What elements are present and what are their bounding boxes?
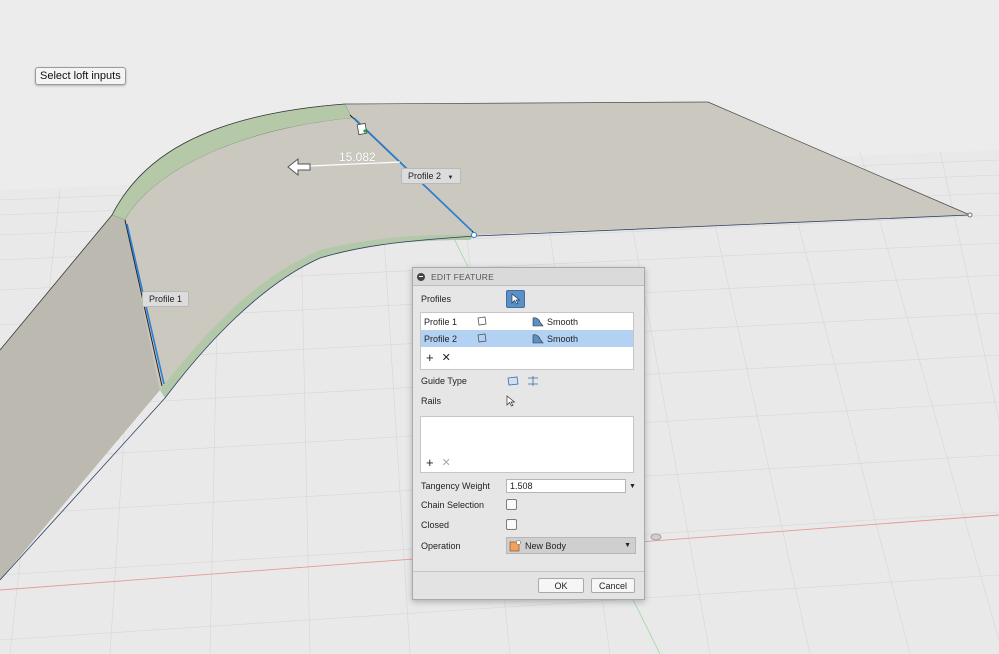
closed-row: Closed (421, 519, 636, 530)
profile-name: Profile 1 (424, 316, 458, 327)
dialog-header[interactable]: EDIT FEATURE (413, 268, 644, 286)
rails-row: Rails (421, 395, 636, 407)
profiles-table-row[interactable]: Profile 2 Smooth (421, 330, 633, 347)
operation-label: Operation (421, 540, 461, 551)
dimension-value[interactable]: 15.082 (339, 150, 376, 164)
collapse-icon[interactable] (417, 272, 425, 281)
ok-button[interactable]: OK (538, 578, 584, 593)
remove-icon: ✕ (441, 456, 451, 469)
cursor-arrow-icon[interactable] (506, 395, 516, 407)
loft-tooltip: Select loft inputs (35, 67, 126, 85)
profile2-label[interactable]: Profile 2 ▼ (401, 168, 461, 184)
profile1-label[interactable]: Profile 1 (142, 291, 190, 307)
guide-type-row: Guide Type (421, 375, 636, 387)
profiles-table-row[interactable]: Profile 1 Smooth (421, 313, 633, 330)
profiles-table: Profile 1 Smooth Profile 2 Smooth + ✕ (420, 312, 634, 370)
operation-row: Operation New Body ▼ (421, 537, 636, 554)
profile-condition[interactable]: Smooth (532, 316, 578, 327)
profile-condition-text: Smooth (547, 316, 579, 327)
dialog-title: EDIT FEATURE (431, 271, 495, 282)
profile-condition-text: Smooth (547, 333, 579, 344)
cursor-arrow-icon (511, 293, 520, 305)
guide-type-label: Guide Type (421, 376, 467, 386)
chain-selection-label: Chain Selection (421, 499, 485, 510)
profiles-label: Profiles (421, 294, 452, 304)
smooth-icon (532, 334, 544, 344)
profile-grip[interactable] (356, 122, 368, 136)
remove-icon[interactable]: ✕ (442, 351, 451, 364)
tangency-weight-label: Tangency Weight (421, 481, 490, 491)
edit-feature-dialog: EDIT FEATURE Profiles Profile 1 Smooth P… (412, 267, 645, 600)
guide-rails-icon[interactable] (506, 375, 520, 387)
operation-select[interactable]: New Body ▼ (506, 537, 636, 554)
profile-shape-icon (476, 316, 532, 328)
add-icon[interactable]: + (426, 455, 434, 470)
chevron-down-icon[interactable]: ▼ (629, 483, 636, 490)
chevron-down-icon: ▼ (624, 542, 631, 549)
profiles-row: Profiles (421, 290, 636, 308)
rails-actions: + ✕ (421, 452, 633, 472)
centerline-icon[interactable] (526, 375, 540, 387)
tangency-weight-input[interactable]: 1.508 (506, 479, 626, 493)
profile1-label-text: Profile 1 (149, 294, 183, 304)
chevron-down-icon[interactable]: ▼ (448, 175, 454, 181)
tangency-weight-row: Tangency Weight 1.508 ▼ (421, 479, 636, 493)
rails-list: + ✕ (420, 416, 634, 473)
chain-selection-row: Chain Selection (421, 499, 636, 510)
profile-name: Profile 2 (424, 333, 458, 344)
profiles-select-button[interactable] (506, 290, 525, 308)
chain-selection-checkbox[interactable] (506, 499, 517, 510)
profile-shape-icon (476, 333, 532, 345)
add-icon[interactable]: + (426, 350, 434, 365)
profile-condition[interactable]: Smooth (532, 333, 578, 344)
smooth-icon (532, 317, 544, 327)
new-body-icon (509, 539, 521, 551)
rails-list-empty (421, 417, 633, 452)
closed-label: Closed (421, 519, 450, 530)
profiles-actions: + ✕ (421, 347, 633, 367)
cancel-button[interactable]: Cancel (591, 578, 635, 593)
dialog-footer: OK Cancel (413, 571, 644, 599)
profile2-label-text: Profile 2 (408, 171, 442, 181)
rails-label: Rails (421, 396, 442, 406)
closed-checkbox[interactable] (506, 519, 517, 530)
operation-value: New Body (525, 540, 567, 551)
